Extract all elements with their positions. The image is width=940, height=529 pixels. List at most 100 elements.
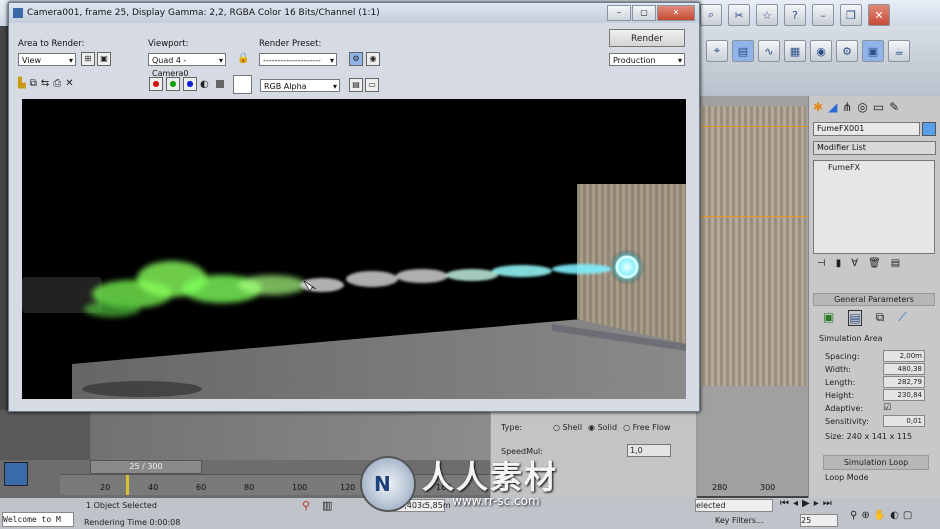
zoom-all-icon[interactable]: ⊕ [861,510,869,521]
toggle-ui-icon[interactable]: ▭ [365,78,379,92]
display-tab-icon[interactable]: ▭ [873,100,884,114]
star-icon[interactable]: ☆ [756,4,778,26]
radio-shell[interactable]: ○ Shell [553,423,582,432]
image-tab-icon[interactable]: ▣ [823,310,834,326]
main-toolbar: ⌖ ▤ ∿ ▦ ◉ ⚙ ▣ ☕ [700,26,940,96]
motion-tab-icon[interactable]: ◎ [857,100,867,114]
sensitivity-value[interactable]: 0,01 [883,415,925,427]
param-value[interactable]: 282,79 [883,376,925,388]
radio-free-flow[interactable]: ○ Free Flow [623,423,670,432]
viewport-dropdown[interactable]: Quad 4 - Camera0 [148,53,226,78]
blue-channel-toggle[interactable]: ● [183,77,197,91]
make-unique-icon[interactable]: ∀ [851,258,858,269]
copy-image-icon[interactable]: ⧉ [30,78,37,89]
edit-region-icon[interactable]: ⊞ [81,52,95,66]
create-tab-icon[interactable]: ✱ [813,100,823,114]
schematic-icon[interactable]: ▦ [784,40,806,62]
param-value[interactable]: 480,38 [883,363,925,375]
green-smoke [84,261,306,317]
render-button[interactable]: Render [609,29,685,47]
go-start-icon[interactable]: ⏮ [780,498,789,509]
close-icon[interactable]: ✕ [868,4,890,26]
speedmul-field[interactable]: 1,0 [627,444,671,457]
sim-tab-icon[interactable]: ▤ [848,310,862,326]
red-channel-toggle[interactable]: ● [149,77,163,91]
isolate-icon[interactable]: ▥ [322,499,332,512]
pan-icon[interactable]: ✋ [874,510,886,521]
layer-icon[interactable]: ▤ [732,40,754,62]
help-icon[interactable]: ? [784,4,806,26]
minimize-button[interactable]: – [607,5,631,21]
adaptive-checkbox[interactable]: ☑ [883,402,891,415]
viewport-perspective[interactable] [688,96,808,496]
remove-modifier-icon[interactable]: 🗑 [868,258,881,269]
time-slider[interactable]: 25 / 300 [90,460,202,474]
area-to-render-dropdown[interactable]: View [18,53,76,67]
curve-editor-icon[interactable]: ∿ [758,40,780,62]
production-dropdown[interactable]: Production [609,53,685,67]
mini-listener-icon[interactable] [4,462,28,486]
feather-tab-icon[interactable]: ⟋ [898,310,906,326]
tools-icon[interactable]: ✂ [728,4,750,26]
next-frame-icon[interactable]: ▸ [814,498,819,509]
display-channel-dropdown[interactable]: RGB Alpha [260,79,340,93]
modifier-stack[interactable]: FumeFX [813,160,935,254]
modifier-list-dropdown[interactable]: Modifier List [813,141,936,155]
search-icon[interactable]: ⌕ [700,4,722,26]
render-icon[interactable]: ☕ [888,40,910,62]
render-preset-dropdown[interactable]: -------------------- [259,53,337,67]
current-frame-field[interactable]: 25 [800,514,838,527]
render-setup-button[interactable]: ⚙ [349,52,363,66]
close-button[interactable]: ✕ [657,5,695,21]
utilities-tab-icon[interactable]: ✎ [889,100,899,114]
zoom-icon[interactable]: ⚲ [850,510,857,521]
material-editor-icon[interactable]: ◉ [810,40,832,62]
save-image-icon[interactable]: ▙ [18,78,26,89]
preview-tab-icon[interactable]: ⧉ [876,310,885,326]
key-filters-button[interactable]: Key Filters... [715,516,764,525]
simulation-loop-rollout[interactable]: Simulation Loop [823,455,929,470]
type-options: ○ Shell ◉ Solid ○ Free Flow [553,423,670,432]
color-swatch[interactable] [233,75,252,94]
show-end-icon[interactable]: ▮ [836,258,842,269]
lock-viewport-icon[interactable]: 🔒 [237,53,249,64]
param-value[interactable]: 2,00m [883,350,925,362]
go-end-icon[interactable]: ⏭ [823,498,832,509]
param-width: Width: 480,38 [825,363,925,376]
play-icon[interactable]: ▶ [802,498,810,509]
render-setup-icon[interactable]: ⚙ [836,40,858,62]
object-name-field[interactable]: FumeFX001 [813,122,920,136]
environment-button[interactable]: ◉ [366,52,380,66]
prev-frame-icon[interactable]: ◂ [793,498,798,509]
param-value[interactable]: 230,84 [883,389,925,401]
lock-selection-icon[interactable]: ⚲ [302,499,310,512]
object-color-swatch[interactable] [922,122,936,136]
show-panel-icon[interactable]: ▤ [349,78,363,92]
pin-stack-icon[interactable]: ⊣ [817,258,826,269]
general-parameters-rollout[interactable]: General Parameters [813,293,935,306]
configure-icon[interactable]: ▤ [891,258,900,269]
auto-region-icon[interactable]: ▣ [97,52,111,66]
modify-tab-icon[interactable]: ◢ [828,100,837,114]
maxscript-listener[interactable]: Welcome to M [2,512,74,527]
hierarchy-tab-icon[interactable]: ⋔ [842,100,852,114]
selection-set-dropdown[interactable]: elected [695,499,773,512]
stack-item-fumefx[interactable]: FumeFX [814,161,934,172]
maximize-button[interactable]: ▢ [632,5,656,21]
snap-icon[interactable]: ⌖ [706,40,728,62]
alpha-channel-toggle[interactable]: ◐ [200,79,209,90]
clone-window-icon[interactable]: ⇆ [41,78,49,89]
render-frame-icon[interactable]: ▣ [862,40,884,62]
timeline-tick: 100 [292,483,308,492]
print-icon[interactable]: ⎙ [53,78,61,89]
radio-solid[interactable]: ◉ Solid [588,423,617,432]
clear-icon[interactable]: ✕ [65,78,73,89]
render-canvas[interactable] [22,99,686,399]
maximize-icon[interactable]: ▢ [903,510,912,521]
green-channel-toggle[interactable]: ● [166,77,180,91]
param-label: Height: [825,391,855,400]
monochrome-toggle[interactable] [215,80,224,88]
orbit-icon[interactable]: ◐ [890,510,899,521]
minimize-icon[interactable]: – [812,4,834,26]
restore-icon[interactable]: ❐ [840,4,862,26]
